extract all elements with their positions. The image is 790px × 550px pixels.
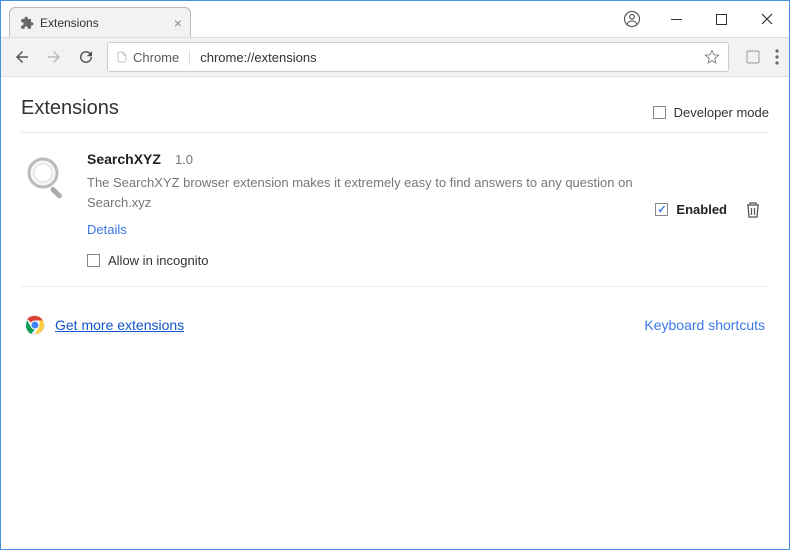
- checkbox-icon[interactable]: [653, 106, 666, 119]
- developer-mode-toggle[interactable]: Developer mode: [653, 105, 769, 120]
- menu-icon[interactable]: [775, 49, 779, 65]
- page-content: Extensions Developer mode SearchXYZ 1.0 …: [1, 77, 789, 335]
- developer-mode-label: Developer mode: [674, 105, 769, 120]
- browser-toolbar: Chrome chrome://extensions: [1, 37, 789, 77]
- page-title: Extensions: [21, 97, 119, 120]
- trash-icon[interactable]: [745, 201, 761, 219]
- checkbox-checked-icon[interactable]: [655, 203, 668, 216]
- chrome-logo-icon: [25, 315, 45, 335]
- address-bar[interactable]: Chrome chrome://extensions: [107, 42, 729, 72]
- window-controls: [609, 1, 789, 37]
- maximize-button[interactable]: [699, 1, 744, 37]
- close-window-button[interactable]: [744, 1, 789, 37]
- close-tab-icon[interactable]: ×: [174, 15, 182, 31]
- user-icon[interactable]: [609, 1, 654, 37]
- forward-button[interactable]: [43, 46, 65, 68]
- tab-title: Extensions: [40, 16, 99, 30]
- reload-button[interactable]: [75, 46, 97, 68]
- minimize-button[interactable]: [654, 1, 699, 37]
- toolbar-right: [745, 49, 779, 65]
- extension-version: 1.0: [175, 152, 193, 167]
- magnifier-icon: [21, 151, 73, 203]
- bookmark-star-icon[interactable]: [704, 49, 720, 65]
- checkbox-icon[interactable]: [87, 254, 100, 267]
- extension-body: SearchXYZ 1.0 The SearchXYZ browser exte…: [87, 151, 641, 268]
- back-button[interactable]: [11, 46, 33, 68]
- extension-toolbar-icon[interactable]: [745, 49, 761, 65]
- extension-name: SearchXYZ: [87, 151, 161, 167]
- enabled-toggle[interactable]: Enabled: [655, 202, 727, 217]
- omnibox-url: chrome://extensions: [190, 50, 704, 65]
- enabled-label: Enabled: [676, 202, 727, 217]
- allow-incognito-toggle[interactable]: Allow in incognito: [87, 253, 641, 268]
- keyboard-shortcuts-link[interactable]: Keyboard shortcuts: [644, 317, 765, 333]
- browser-tab[interactable]: Extensions ×: [9, 7, 191, 37]
- page-header: Extensions Developer mode: [21, 97, 769, 133]
- details-link[interactable]: Details: [87, 222, 127, 237]
- allow-incognito-label: Allow in incognito: [108, 253, 208, 268]
- footer-row: Get more extensions Keyboard shortcuts: [21, 315, 769, 335]
- get-more-extensions: Get more extensions: [25, 315, 184, 335]
- omnibox-origin-chip: Chrome: [116, 50, 190, 65]
- puzzle-icon: [20, 16, 34, 30]
- get-more-link[interactable]: Get more extensions: [55, 317, 184, 333]
- extension-row: SearchXYZ 1.0 The SearchXYZ browser exte…: [21, 133, 769, 287]
- extension-description: The SearchXYZ browser extension makes it…: [87, 173, 641, 212]
- tab-bar: Extensions ×: [9, 7, 191, 37]
- document-icon: [116, 51, 128, 63]
- extension-controls: Enabled: [655, 151, 761, 268]
